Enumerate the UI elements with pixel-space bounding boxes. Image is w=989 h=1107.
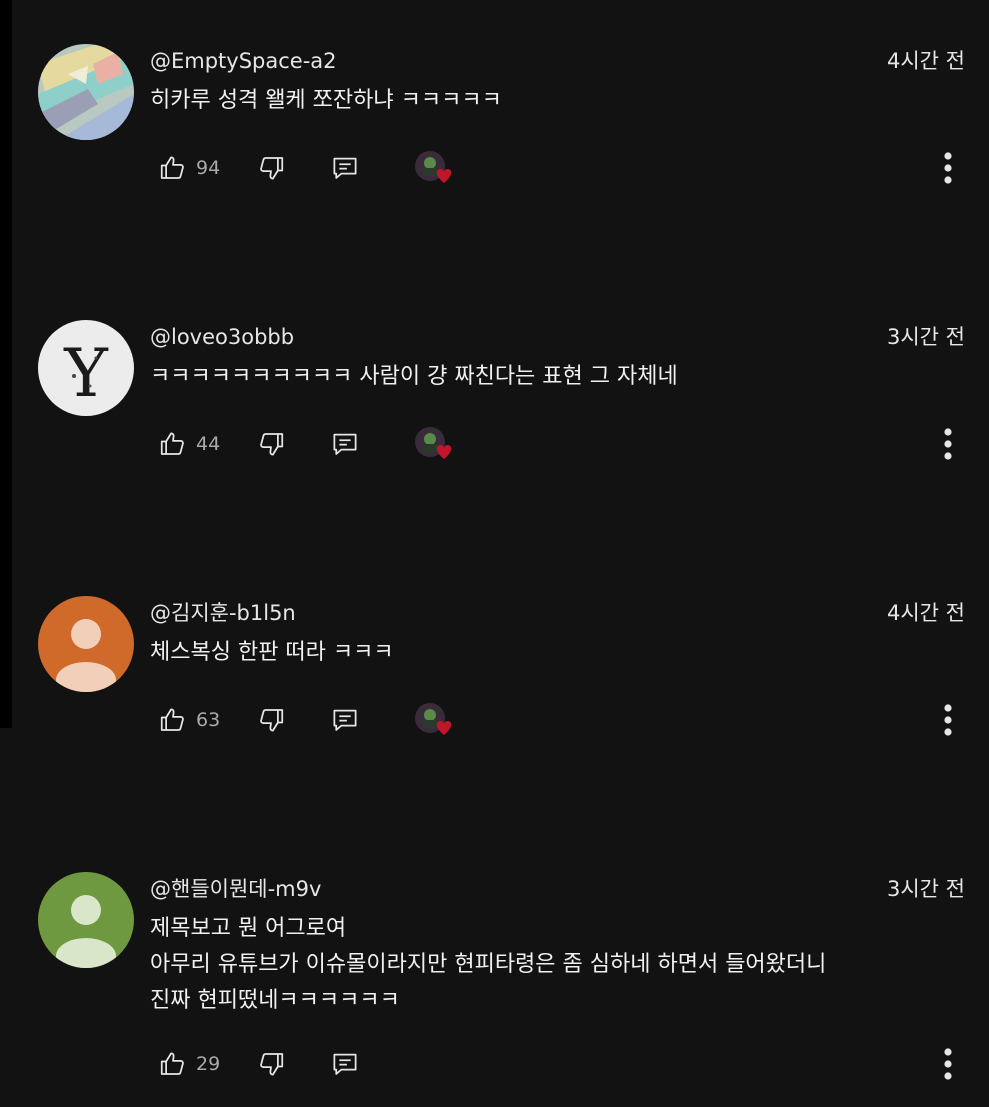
- default-person-avatar-icon: [38, 872, 134, 968]
- creator-heart-icon: [415, 427, 452, 459]
- comment-text: 체스복싱 한판 떠라 ㅋㅋㅋ: [150, 635, 965, 671]
- more-vertical-icon: [944, 428, 952, 460]
- comment-actions: 63: [158, 700, 958, 740]
- like-button[interactable]: 63: [158, 700, 220, 740]
- comment-author[interactable]: @핸들이뭔데-m9v: [150, 876, 321, 902]
- comment-time[interactable]: 3시간 전: [887, 324, 965, 350]
- dislike-button[interactable]: [256, 424, 286, 464]
- comment-text: 히카루 성격 왤케 쪼잔하냐 ㅋㅋㅋㅋㅋ: [150, 83, 965, 119]
- comment-line: 체스복싱 한판 떠라 ㅋㅋㅋ: [150, 640, 394, 665]
- thumbs-up-icon: [160, 432, 184, 455]
- avatar[interactable]: [38, 44, 134, 140]
- comment-text: ㅋㅋㅋㅋㅋㅋㅋㅋㅋㅋ 사람이 걍 짜친다는 표현 그 자체네: [150, 359, 965, 395]
- avatar[interactable]: [38, 596, 134, 692]
- thumbs-down-icon: [260, 709, 284, 732]
- reply-button[interactable]: [330, 1044, 360, 1084]
- comment-line: 아무리 유튜브가 이슈몰이라지만 현피타령은 좀 심하네 하면서 들어왔더니: [150, 952, 827, 977]
- reply-button[interactable]: [330, 424, 360, 464]
- comment-actions: 94: [158, 148, 958, 188]
- comment-line: 히카루 성격 왤케 쪼잔하냐 ㅋㅋㅋㅋㅋ: [150, 88, 502, 113]
- like-count: 44: [196, 433, 221, 455]
- comment-line: ㅋㅋㅋㅋㅋㅋㅋㅋㅋㅋ 사람이 걍 짜친다는 표현 그 자체네: [150, 364, 678, 389]
- letter-y-avatar-icon: Y: [38, 320, 134, 416]
- creator-heart-icon: [415, 151, 452, 183]
- reply-button[interactable]: [330, 700, 360, 740]
- thumbs-down-icon: [260, 157, 284, 180]
- creator-heart: [414, 702, 458, 738]
- more-options-button[interactable]: [938, 424, 958, 464]
- reply-comment-icon: [333, 433, 357, 455]
- dislike-button[interactable]: [256, 700, 286, 740]
- thumbs-down-icon: [260, 433, 284, 456]
- thumbs-up-icon: [160, 156, 184, 179]
- more-options-button[interactable]: [938, 700, 958, 740]
- more-options-button[interactable]: [938, 148, 958, 188]
- comment-author[interactable]: @EmptySpace-a2: [150, 48, 337, 74]
- creator-heart: [414, 150, 458, 186]
- avatar[interactable]: Y: [38, 320, 134, 416]
- creator-heart: [414, 426, 458, 462]
- comment-author[interactable]: @loveo3obbb: [150, 324, 294, 350]
- creator-heart-icon: [415, 703, 452, 735]
- reply-comment-icon: [333, 1053, 357, 1075]
- more-vertical-icon: [944, 1048, 952, 1080]
- reply-comment-icon: [333, 157, 357, 179]
- comment-line: 진짜 현피떴네ㅋㅋㅋㅋㅋㅋ: [150, 988, 400, 1013]
- like-button[interactable]: 29: [158, 1044, 220, 1084]
- more-vertical-icon: [944, 704, 952, 736]
- comment-actions: 44: [158, 424, 958, 464]
- comment-line: 제목보고 뭔 어그로여: [150, 916, 347, 941]
- pastel-abstract-avatar-icon: [38, 44, 134, 140]
- dislike-button[interactable]: [256, 1044, 286, 1084]
- like-button[interactable]: 44: [158, 424, 220, 464]
- like-count: 94: [196, 157, 221, 179]
- more-options-button[interactable]: [938, 1044, 958, 1084]
- comment-time[interactable]: 4시간 전: [887, 48, 965, 74]
- avatar[interactable]: [38, 872, 134, 968]
- thumbs-up-icon: [160, 1052, 184, 1075]
- like-count: 63: [196, 709, 221, 731]
- reply-button[interactable]: [330, 148, 360, 188]
- default-person-avatar-icon: [38, 596, 134, 692]
- thumbs-up-icon: [160, 708, 184, 731]
- comment-actions: 29: [158, 1044, 958, 1084]
- left-edge-strip: [0, 0, 12, 728]
- dislike-button[interactable]: [256, 148, 286, 188]
- svg-text:Y: Y: [63, 335, 109, 412]
- thumbs-down-icon: [260, 1053, 284, 1076]
- comment-text: 제목보고 뭔 어그로여 아무리 유튜브가 이슈몰이라지만 현피타령은 좀 심하네…: [150, 911, 965, 1019]
- comment-time[interactable]: 4시간 전: [887, 600, 965, 626]
- like-button[interactable]: 94: [158, 148, 220, 188]
- comment-author[interactable]: @김지훈-b1l5n: [150, 600, 296, 626]
- more-vertical-icon: [944, 152, 952, 184]
- comment-time[interactable]: 3시간 전: [887, 876, 965, 902]
- reply-comment-icon: [333, 709, 357, 731]
- like-count: 29: [196, 1053, 221, 1075]
